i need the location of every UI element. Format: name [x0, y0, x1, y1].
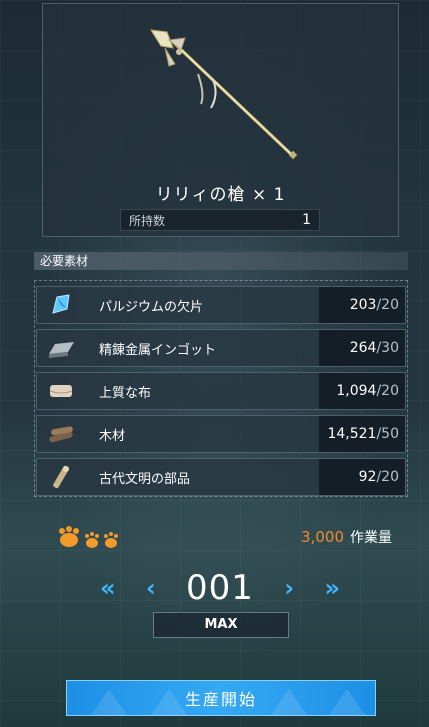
material-count: 203/20: [319, 287, 405, 323]
material-name: 上質な布: [99, 385, 152, 401]
chevron-left-icon[interactable]: ‹: [146, 576, 156, 600]
material-name: 木材: [99, 428, 126, 444]
start-production-label: 生産開始: [184, 690, 257, 709]
material-count: 14,521/50: [319, 416, 405, 452]
owned-count-bar: 所持数 1: [120, 209, 320, 231]
chevron-right-icon[interactable]: ›: [284, 576, 294, 600]
wood-icon: [37, 416, 85, 452]
owned-value: 1: [302, 212, 311, 228]
material-name: 精錬金属インゴット: [99, 342, 217, 358]
workload-row: 3,000 作業量: [57, 522, 392, 552]
start-production-button[interactable]: 生産開始: [66, 680, 376, 716]
quantity-value: 001: [186, 568, 254, 608]
material-row[interactable]: 古代文明の部品 92/20: [36, 458, 406, 496]
material-count: 264/30: [319, 330, 405, 366]
material-row[interactable]: 精錬金属インゴット 264/30: [36, 329, 406, 367]
material-row[interactable]: パルジウムの欠片 203/20: [36, 286, 406, 324]
max-button[interactable]: MAX: [153, 612, 289, 638]
quantity-stepper: « ‹ 001 › »: [100, 565, 340, 611]
material-name: 古代文明の部品: [99, 471, 191, 487]
spear-icon: [150, 29, 298, 160]
item-name: リリィの槍 × 1: [155, 185, 286, 205]
ancient-part-icon: [37, 459, 85, 495]
metal-ingot-icon: [37, 330, 85, 366]
material-count: 1,094/20: [319, 373, 405, 409]
cloth-icon: [37, 373, 85, 409]
materials-header: 必要素材: [34, 252, 408, 270]
double-chevron-right-icon[interactable]: »: [324, 576, 340, 600]
double-chevron-left-icon[interactable]: «: [100, 576, 116, 600]
owned-label: 所持数: [129, 213, 166, 228]
paw-icon: [57, 525, 119, 549]
workload-text: 3,000 作業量: [301, 527, 392, 547]
crystal-shard-icon: [37, 287, 85, 323]
material-row[interactable]: 木材 14,521/50: [36, 415, 406, 453]
workload-value: 3,000: [301, 528, 344, 546]
material-count: 92/20: [319, 459, 405, 495]
material-name: パルジウムの欠片: [99, 299, 204, 315]
workload-label: 作業量: [350, 530, 392, 546]
material-row[interactable]: 上質な布 1,094/20: [36, 372, 406, 410]
item-preview-panel: リリィの槍 × 1 所持数 1: [42, 3, 399, 237]
